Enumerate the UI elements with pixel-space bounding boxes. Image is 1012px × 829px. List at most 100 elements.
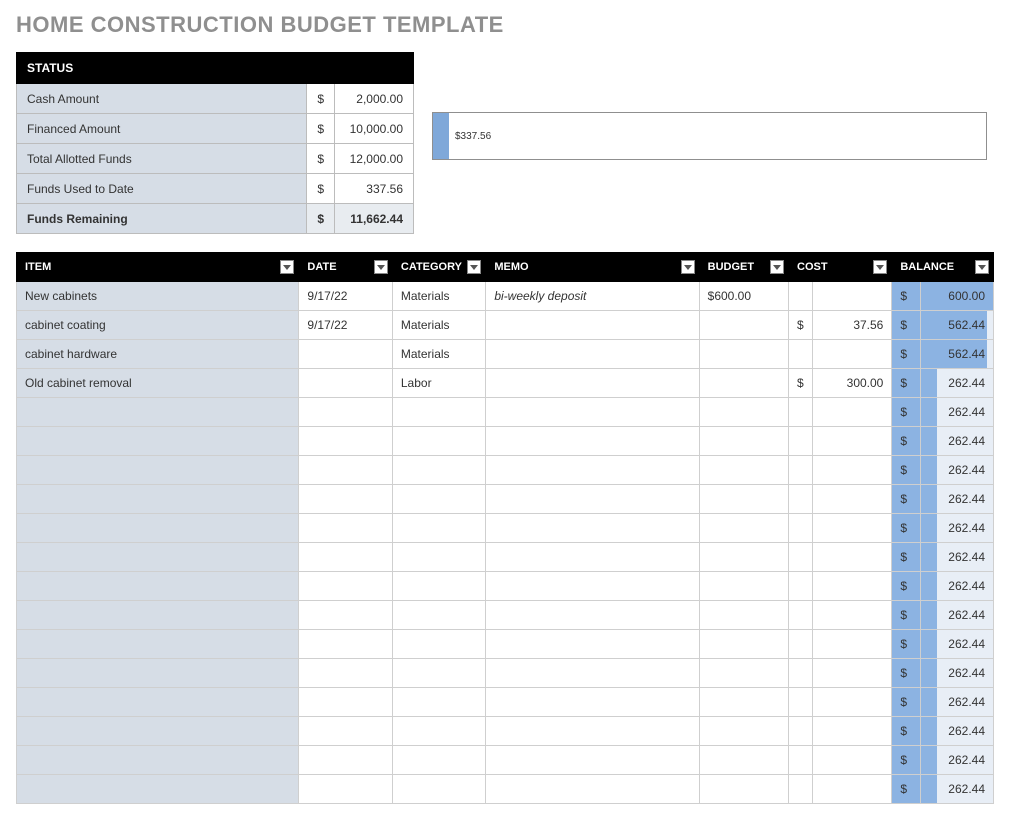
cell-cost-value[interactable] (813, 543, 892, 572)
cell-balance-currency[interactable]: $ (892, 282, 920, 311)
cell-memo[interactable] (486, 398, 699, 427)
cell-balance-currency[interactable]: $ (892, 485, 920, 514)
cell-budget[interactable] (699, 485, 788, 514)
header-cost[interactable]: COST (789, 253, 892, 282)
cell-cost-value[interactable]: 300.00 (813, 369, 892, 398)
cell-balance-currency[interactable]: $ (892, 340, 920, 369)
cell-date[interactable] (299, 514, 392, 543)
cell-item[interactable]: cabinet coating (17, 311, 299, 340)
cell-budget[interactable] (699, 427, 788, 456)
cell-cost-currency[interactable] (789, 630, 813, 659)
status-value[interactable]: 337.56 (335, 174, 414, 204)
filter-icon[interactable] (873, 260, 887, 274)
cell-balance-value[interactable]: 262.44 (920, 514, 993, 543)
cell-budget[interactable] (699, 340, 788, 369)
cell-balance-value[interactable]: 600.00 (920, 282, 993, 311)
cell-balance-currency[interactable]: $ (892, 369, 920, 398)
cell-cost-value[interactable] (813, 282, 892, 311)
cell-budget[interactable] (699, 398, 788, 427)
status-value[interactable]: 11,662.44 (335, 204, 414, 234)
cell-item[interactable] (17, 746, 299, 775)
cell-category[interactable] (392, 456, 485, 485)
cell-memo[interactable] (486, 601, 699, 630)
cell-cost-value[interactable] (813, 456, 892, 485)
cell-balance-value[interactable]: 562.44 (920, 340, 993, 369)
cell-budget[interactable] (699, 717, 788, 746)
cell-balance-currency[interactable]: $ (892, 659, 920, 688)
cell-cost-currency[interactable] (789, 456, 813, 485)
cell-budget[interactable] (699, 775, 788, 804)
cell-category[interactable] (392, 514, 485, 543)
cell-category[interactable] (392, 659, 485, 688)
cell-cost-value[interactable] (813, 601, 892, 630)
cell-category[interactable] (392, 630, 485, 659)
cell-cost-value[interactable] (813, 514, 892, 543)
filter-icon[interactable] (681, 260, 695, 274)
cell-category[interactable] (392, 572, 485, 601)
cell-cost-value[interactable] (813, 688, 892, 717)
status-label[interactable]: Financed Amount (17, 114, 307, 144)
cell-memo[interactable] (486, 340, 699, 369)
cell-budget[interactable] (699, 311, 788, 340)
cell-item[interactable]: New cabinets (17, 282, 299, 311)
cell-cost-value[interactable] (813, 572, 892, 601)
cell-item[interactable] (17, 717, 299, 746)
cell-memo[interactable] (486, 369, 699, 398)
cell-cost-value[interactable] (813, 775, 892, 804)
status-label[interactable]: Funds Used to Date (17, 174, 307, 204)
cell-balance-value[interactable]: 262.44 (920, 746, 993, 775)
status-currency[interactable]: $ (307, 84, 335, 114)
filter-icon[interactable] (975, 260, 989, 274)
cell-cost-currency[interactable] (789, 746, 813, 775)
cell-item[interactable]: cabinet hardware (17, 340, 299, 369)
status-value[interactable]: 2,000.00 (335, 84, 414, 114)
cell-balance-currency[interactable]: $ (892, 746, 920, 775)
cell-balance-value[interactable]: 262.44 (920, 688, 993, 717)
cell-item[interactable] (17, 688, 299, 717)
cell-cost-currency[interactable] (789, 427, 813, 456)
filter-icon[interactable] (374, 260, 388, 274)
cell-cost-currency[interactable] (789, 282, 813, 311)
cell-category[interactable] (392, 601, 485, 630)
cell-balance-value[interactable]: 262.44 (920, 369, 993, 398)
cell-budget[interactable] (699, 630, 788, 659)
cell-cost-currency[interactable] (789, 485, 813, 514)
cell-memo[interactable] (486, 572, 699, 601)
cell-item[interactable] (17, 427, 299, 456)
cell-cost-value[interactable] (813, 630, 892, 659)
cell-date[interactable] (299, 775, 392, 804)
cell-balance-currency[interactable]: $ (892, 688, 920, 717)
cell-category[interactable] (392, 717, 485, 746)
cell-cost-currency[interactable] (789, 543, 813, 572)
cell-date[interactable] (299, 746, 392, 775)
cell-budget[interactable] (699, 659, 788, 688)
cell-balance-value[interactable]: 262.44 (920, 659, 993, 688)
cell-item[interactable] (17, 485, 299, 514)
header-balance[interactable]: BALANCE (892, 253, 994, 282)
cell-category[interactable] (392, 775, 485, 804)
cell-memo[interactable] (486, 311, 699, 340)
header-memo[interactable]: MEMO (486, 253, 699, 282)
cell-date[interactable] (299, 572, 392, 601)
cell-memo[interactable] (486, 659, 699, 688)
cell-budget[interactable] (699, 543, 788, 572)
cell-date[interactable] (299, 717, 392, 746)
cell-balance-currency[interactable]: $ (892, 630, 920, 659)
cell-cost-currency[interactable] (789, 514, 813, 543)
cell-balance-value[interactable]: 262.44 (920, 398, 993, 427)
cell-cost-currency[interactable] (789, 775, 813, 804)
filter-icon[interactable] (467, 260, 481, 274)
filter-icon[interactable] (770, 260, 784, 274)
cell-balance-value[interactable]: 262.44 (920, 456, 993, 485)
cell-item[interactable] (17, 659, 299, 688)
cell-date[interactable]: 9/17/22 (299, 311, 392, 340)
cell-date[interactable] (299, 340, 392, 369)
cell-memo[interactable] (486, 717, 699, 746)
cell-balance-value[interactable]: 262.44 (920, 543, 993, 572)
cell-memo[interactable] (486, 630, 699, 659)
cell-item[interactable] (17, 543, 299, 572)
cell-item[interactable] (17, 572, 299, 601)
cell-item[interactable] (17, 775, 299, 804)
cell-cost-value[interactable] (813, 340, 892, 369)
filter-icon[interactable] (280, 260, 294, 274)
